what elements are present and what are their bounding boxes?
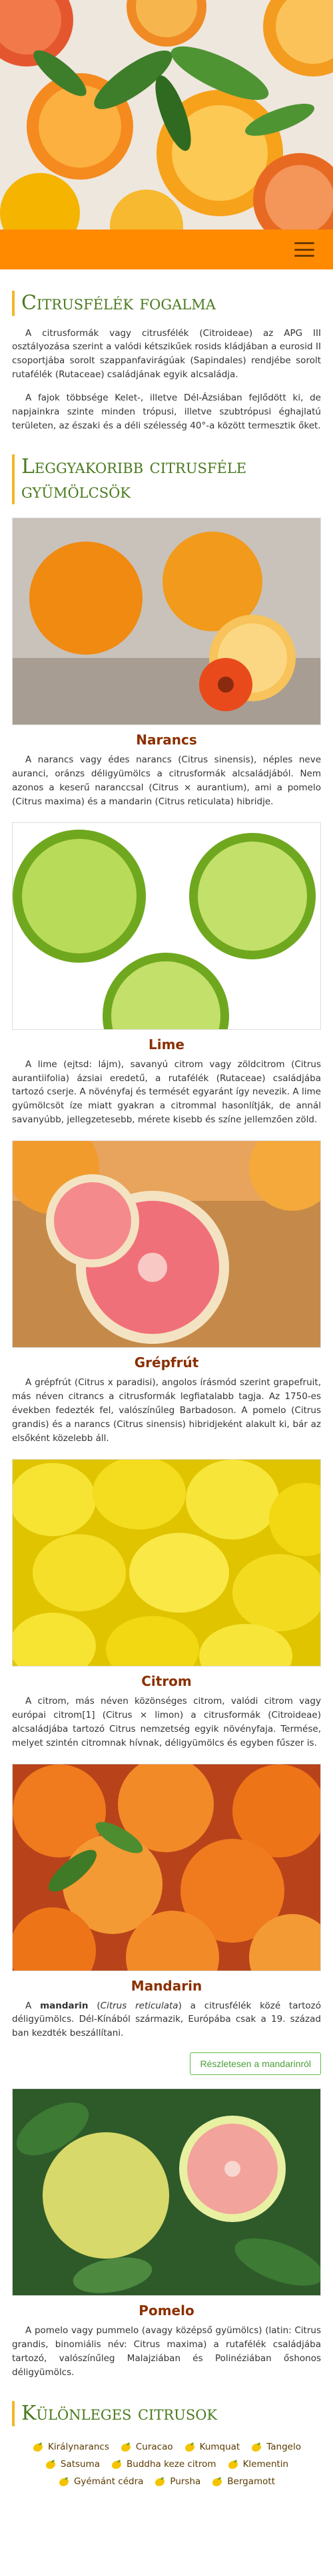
common-citrus-title: Leggyakoribb citrusféle gyümölcsök (12, 454, 321, 504)
special-citrus-item[interactable]: Satsuma (45, 2458, 100, 2470)
lemon-icon (227, 2458, 239, 2470)
fruit-text-lime: A lime (ejtsd: lájm), savanyú citrom vag… (12, 1058, 321, 1126)
lemons-photo (12, 1458, 321, 1667)
lemon-icon (184, 2441, 196, 2453)
special-citrus-item[interactable]: Tangelo (250, 2441, 301, 2453)
lemon-icon (45, 2458, 57, 2470)
intro-paragraph-1: A citrusformák vagy citrusfélék (Citroid… (12, 327, 321, 381)
hamburger-menu-icon[interactable] (294, 242, 314, 257)
fruit-text-pomelo: A pomelo vagy pummelo (avagy középső gyü… (12, 2325, 321, 2378)
limes-photo (12, 822, 321, 1030)
special-citrus-item[interactable]: Kumquat (184, 2441, 240, 2453)
special-citrus-item[interactable]: Királynarancs (32, 2441, 109, 2453)
intro-paragraph-2: A fajok többsége Kelet-, illetve Dél-Ázs… (12, 393, 321, 432)
fruit-text-mandarin: A mandarin (Citrus reticulata) a citrusf… (12, 1999, 321, 2041)
oranges-photo (12, 517, 321, 725)
special-citrus-item[interactable]: Curacao (120, 2441, 173, 2453)
fruit-text-grapefruit: A grépfrút (Citrus x paradisi), angolos … (12, 1377, 321, 1444)
more-button-wrap: Részletesen a mandarinról (12, 2052, 321, 2076)
lemon-icon (120, 2441, 132, 2453)
special-citrus-item[interactable]: Klementin (227, 2458, 289, 2470)
fruit-name-mandarin: Mandarin (131, 1977, 202, 1994)
special-citrus-item[interactable]: Pursha (154, 2476, 200, 2488)
fruit-name-lemon: Citrom (141, 1673, 192, 1689)
lemon-icon (250, 2441, 262, 2453)
intro-title: Citrusfélék fogalma (12, 291, 321, 316)
special-citrus-title: Különleges citrusok (12, 2401, 321, 2426)
mandarin-text-italic: Citrus reticulata (100, 2000, 178, 2011)
mandarin-text-mid: ( (88, 2000, 101, 2011)
citrus-hero-image (0, 0, 333, 230)
mandarin-text-bold: mandarin (40, 2000, 89, 2011)
fruit-card-lemon: Citrom A citrom, más néven közönséges ci… (12, 1458, 321, 1750)
special-citrus-item[interactable]: Gyémánt cédra (58, 2476, 143, 2488)
main-content: Citrusfélék fogalma A citrusformák vagy … (0, 291, 333, 2514)
special-citrus-label: Tangelo (266, 2441, 301, 2452)
special-citrus-label: Királynarancs (48, 2441, 109, 2452)
mandarin-text-pre: A (25, 2000, 41, 2011)
lemon-icon (211, 2476, 223, 2488)
mandarins-photo (12, 1763, 321, 1971)
special-citrus-label: Buddha keze citrom (127, 2458, 216, 2470)
special-citrus-item[interactable]: Buddha keze citrom (111, 2458, 216, 2470)
hamburger-bar (294, 248, 314, 251)
pomelo-photo (12, 2088, 321, 2297)
hero-banner (0, 0, 333, 230)
fruit-name-orange: Narancs (136, 731, 197, 748)
hamburger-bar (294, 255, 314, 257)
fruit-card-orange: Narancs A narancs vagy édes narancs (Cit… (12, 517, 321, 809)
fruit-name-lime: Lime (148, 1036, 184, 1052)
special-citrus-list: Királynarancs Curacao Kumquat Tangelo Satsum… (12, 2437, 321, 2514)
fruit-card-mandarin: Mandarin A mandarin (Citrus reticulata) … (12, 1763, 321, 2076)
special-citrus-label: Kumquat (199, 2441, 240, 2452)
special-citrus-label: Satsuma (60, 2458, 101, 2470)
fruit-name-grapefruit: Grépfrút (134, 1355, 199, 1371)
lemon-icon (154, 2476, 166, 2488)
lemon-icon (32, 2441, 44, 2453)
special-citrus-label: Bergamott (227, 2476, 276, 2487)
special-citrus-label: Pursha (170, 2476, 201, 2487)
top-navbar (0, 230, 333, 269)
lemon-icon (58, 2476, 70, 2488)
fruit-card-pomelo: Pomelo A pomelo vagy pummelo (avagy közé… (12, 2088, 321, 2380)
special-citrus-label: Curacao (135, 2441, 173, 2452)
lemon-icon (111, 2458, 123, 2470)
hamburger-bar (294, 242, 314, 244)
fruit-name-pomelo: Pomelo (139, 2303, 194, 2319)
special-citrus-label: Gyémánt cédra (73, 2476, 144, 2487)
special-citrus-item[interactable]: Bergamott (211, 2476, 275, 2488)
fruit-card-grapefruit: Grépfrút A grépfrút (Citrus x paradisi),… (12, 1140, 321, 1446)
special-citrus-label: Klementin (242, 2458, 289, 2470)
mandarin-details-button[interactable]: Részletesen a mandarinról (190, 2052, 321, 2076)
grapefruit-photo (12, 1140, 321, 1349)
fruit-text-orange: A narancs vagy édes narancs (Citrus sine… (12, 754, 321, 807)
fruit-text-lemon: A citrom, más néven közönséges citrom, v… (12, 1695, 321, 1748)
fruit-card-lime: Lime A lime (ejtsd: lájm), savanyú citro… (12, 822, 321, 1128)
